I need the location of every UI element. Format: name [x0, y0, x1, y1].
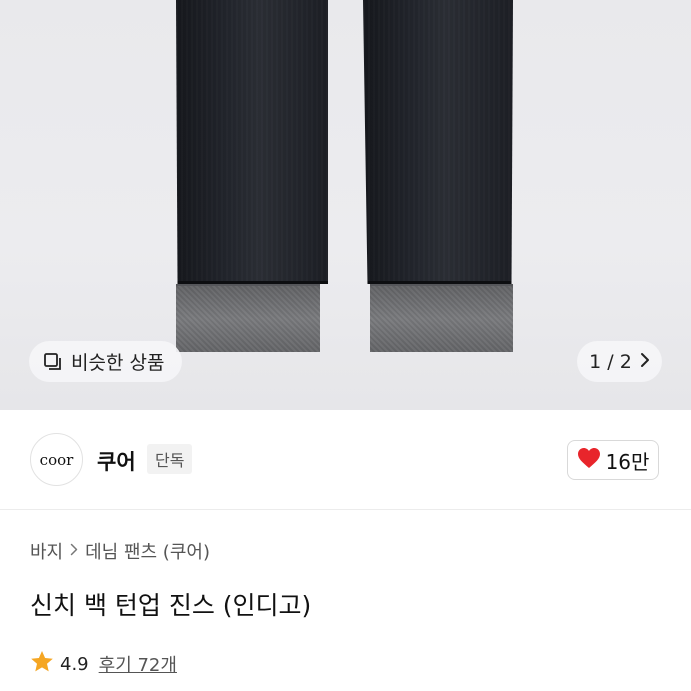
similar-products-icon	[43, 352, 63, 372]
product-image[interactable]: 비슷한 상품 1 / 2	[0, 0, 691, 410]
jeans-left-leg	[176, 0, 328, 284]
chevron-right-icon	[640, 351, 650, 373]
brand-logo-text: coor	[39, 450, 74, 469]
page-separator: /	[607, 350, 614, 373]
brand-logo[interactable]: coor	[30, 433, 83, 486]
brand-name[interactable]: 쿠어	[97, 446, 136, 476]
chevron-right-icon	[70, 541, 78, 561]
total-pages: 2	[619, 350, 632, 373]
current-page: 1	[589, 350, 602, 373]
jeans-right-leg	[363, 0, 513, 284]
rating-score: 4.9	[60, 653, 89, 675]
brand-row: coor 쿠어 단독 16만	[0, 410, 691, 510]
product-title: 신치 백 턴업 진스 (인디고)	[30, 591, 312, 620]
heart-icon	[577, 447, 601, 474]
similar-products-button[interactable]: 비슷한 상품	[29, 341, 182, 382]
review-count-link[interactable]: 후기 72개	[99, 651, 177, 677]
jeans-right-cuff	[370, 284, 513, 352]
like-count: 16만	[605, 449, 650, 474]
image-page-indicator[interactable]: 1 / 2	[577, 341, 662, 382]
similar-products-label: 비슷한 상품	[71, 352, 165, 374]
exclusive-badge: 단독	[147, 444, 193, 474]
breadcrumb-item-subcategory[interactable]: 데님 팬츠 (쿠어)	[85, 538, 210, 564]
star-icon	[30, 650, 54, 678]
rating-row: 4.9 후기 72개	[30, 650, 177, 678]
breadcrumb-item-category[interactable]: 바지	[30, 538, 63, 564]
like-button[interactable]: 16만	[567, 440, 659, 480]
breadcrumb: 바지 데님 팬츠 (쿠어)	[30, 538, 210, 564]
jeans-left-cuff	[176, 284, 320, 352]
